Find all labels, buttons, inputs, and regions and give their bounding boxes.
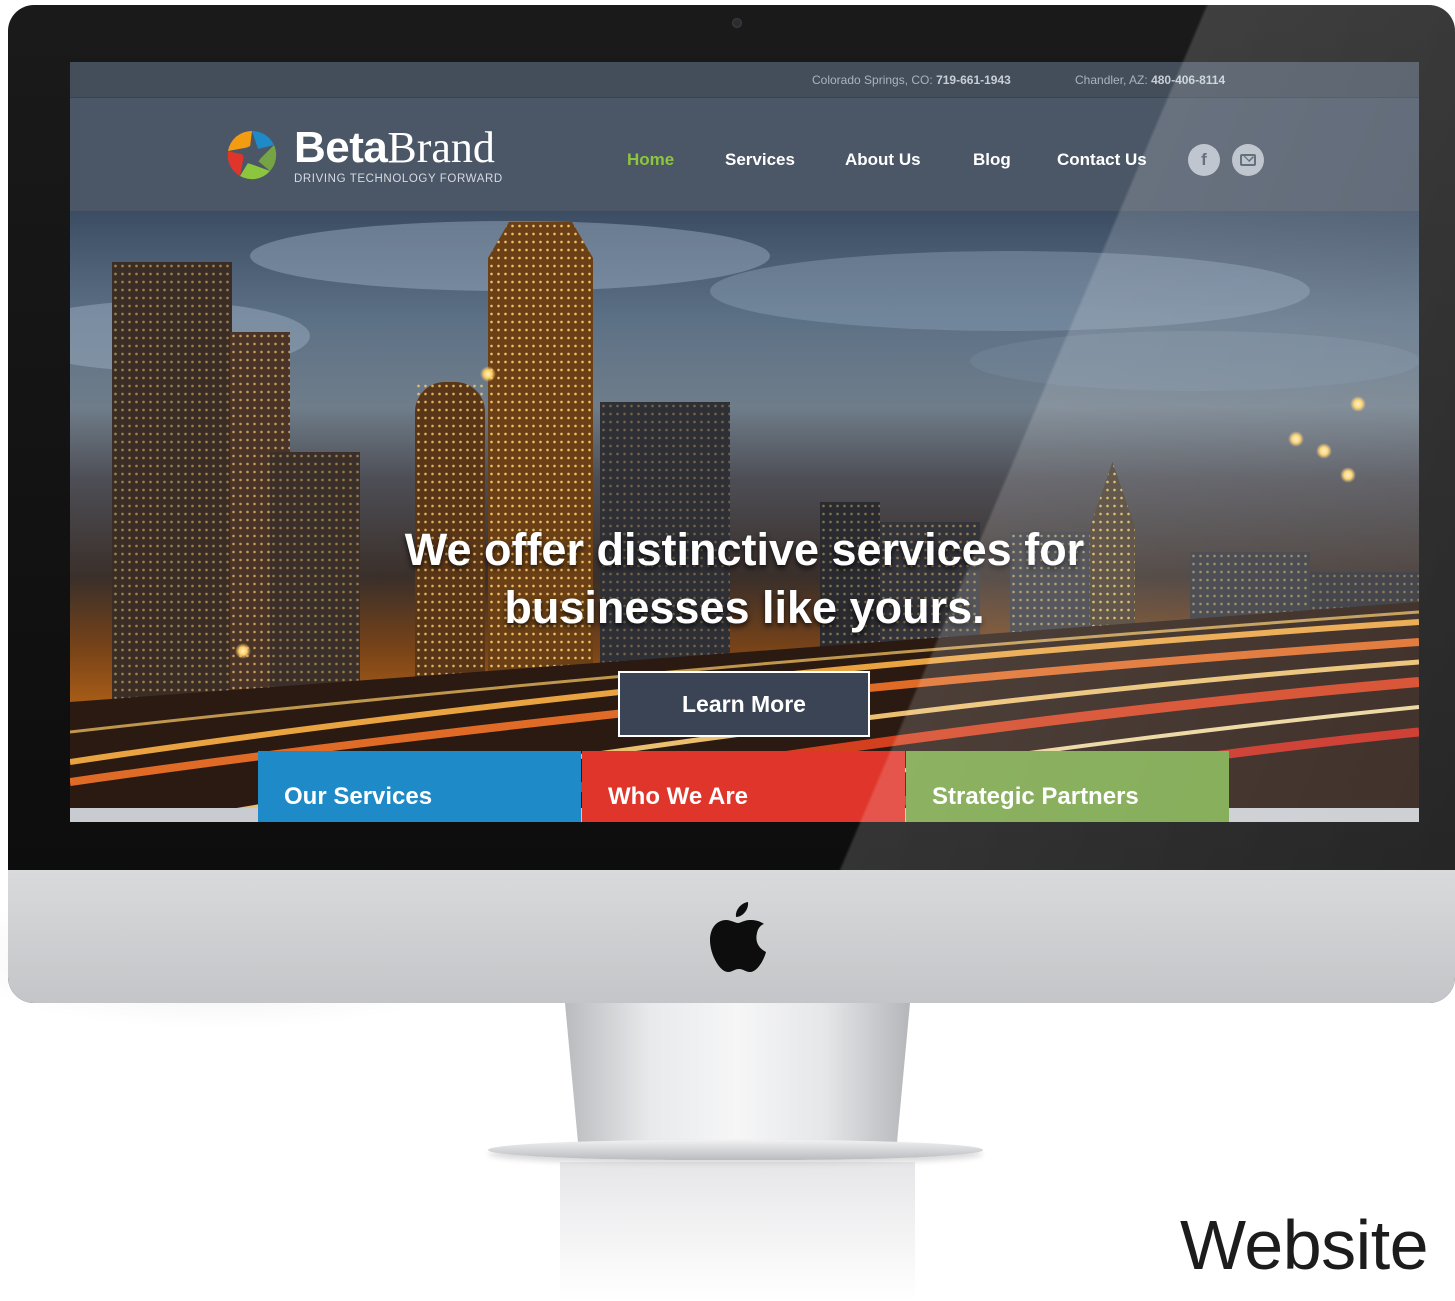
contact-chandler: Chandler, AZ: 480-406-8114 — [1075, 73, 1226, 87]
contact-bar: Colorado Springs, CO: 719-661-1943 Chand… — [70, 62, 1419, 98]
nav-contact-us[interactable]: Contact Us — [1057, 150, 1147, 170]
tile-our-services[interactable]: Our Services — [258, 751, 581, 822]
brand-tagline: DRIVING TECHNOLOGY FORWARD — [294, 173, 503, 185]
brand-name[interactable]: BetaBrand — [294, 122, 495, 173]
nav-about-us[interactable]: About Us — [845, 150, 921, 170]
hero-headline-line2: businesses like yours. — [504, 582, 985, 633]
camera-icon — [732, 18, 742, 28]
nav-home[interactable]: Home — [627, 150, 674, 170]
mail-icon[interactable] — [1232, 144, 1264, 176]
nav-services[interactable]: Services — [725, 150, 795, 170]
nav-blog[interactable]: Blog — [973, 150, 1011, 170]
monitor-stand — [565, 1003, 910, 1151]
contact-colorado: Colorado Springs, CO: 719-661-1943 — [812, 73, 1011, 87]
hero-banner: We offer distinctive services for busine… — [70, 211, 1419, 822]
facebook-icon[interactable]: f — [1188, 144, 1220, 176]
learn-more-button[interactable]: Learn More — [618, 671, 870, 737]
imac-monitor: Colorado Springs, CO: 719-661-1943 Chand… — [8, 5, 1455, 1003]
tile-who-we-are[interactable]: Who We Are — [582, 751, 905, 822]
caption-text: Website — [1180, 1206, 1429, 1284]
website-screen: Colorado Springs, CO: 719-661-1943 Chand… — [70, 62, 1419, 822]
brand-name-bold: Beta — [294, 123, 388, 172]
brand-name-light: Brand — [387, 123, 495, 172]
tile-strategic-partners[interactable]: Strategic Partners — [906, 751, 1229, 822]
hero-headline-line1: We offer distinctive services for — [404, 524, 1085, 575]
feature-tiles: Our Services Who We Are Strategic Partne… — [258, 751, 1229, 822]
betabrand-logo-icon[interactable] — [224, 127, 280, 183]
monitor-stand-base — [488, 1140, 983, 1160]
stand-reflection — [560, 1162, 915, 1301]
apple-icon — [710, 902, 766, 972]
